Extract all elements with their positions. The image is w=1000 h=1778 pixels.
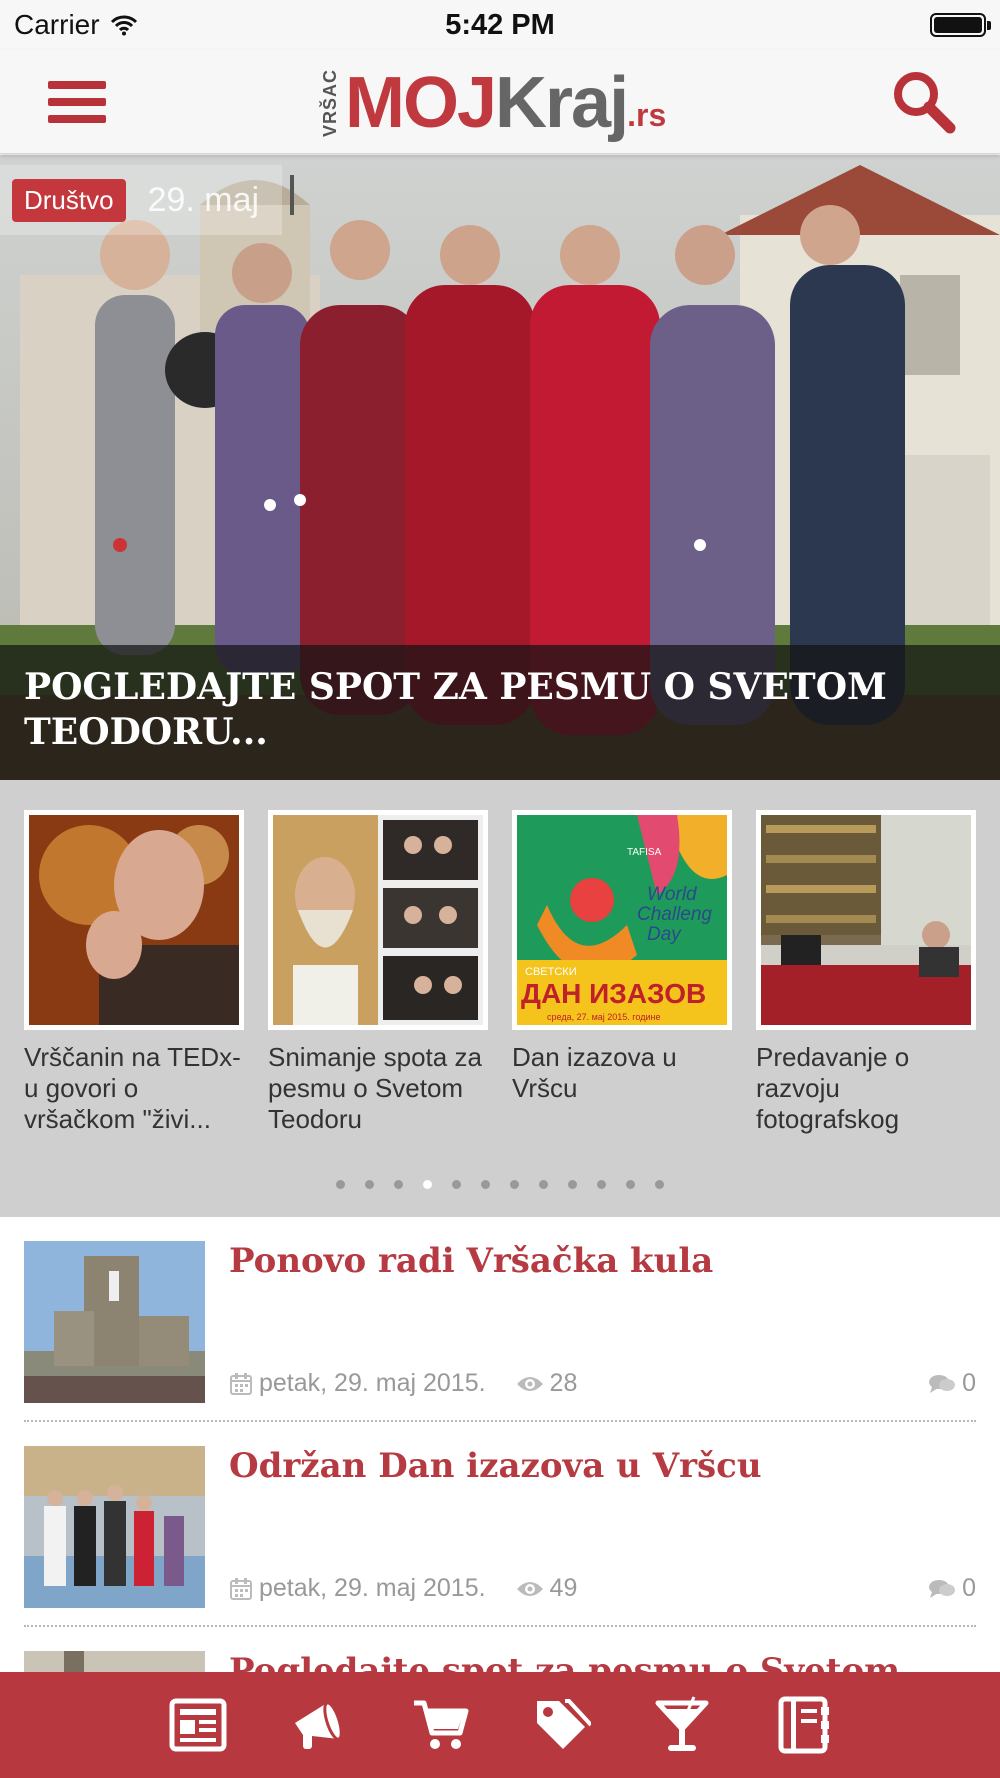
- pagination-dot[interactable]: [539, 1180, 548, 1189]
- card-image: [756, 810, 976, 1030]
- pagination-dot[interactable]: [394, 1180, 403, 1189]
- pagination-dot[interactable]: [481, 1180, 490, 1189]
- card-title: Vrščanin na TEDx-u govori o vršačkom "ži…: [24, 1042, 241, 1134]
- tab-news[interactable]: [168, 1695, 228, 1755]
- carousel-card[interactable]: Snimanje spota za pesmu o Svetom Teodoru: [268, 810, 488, 1135]
- news-views: 49: [549, 1574, 578, 1602]
- category-badge[interactable]: Društvo: [12, 178, 126, 222]
- hero-date: 29. maj: [147, 180, 260, 219]
- pagination-dot[interactable]: [626, 1180, 635, 1189]
- logo-brand-second: Kraj: [495, 63, 629, 143]
- tab-nightlife[interactable]: [652, 1695, 712, 1755]
- image-text-banner: СВЕТСКИ: [525, 966, 577, 978]
- featured-article[interactable]: Društvo 29. maj POGLEDAJTE SPOT ZA PESMU…: [0, 155, 1000, 780]
- news-carousel[interactable]: Vrščanin na TEDx-u govori o vršačkom "ži…: [0, 780, 1000, 1217]
- pagination-dot[interactable]: [365, 1180, 374, 1189]
- image-text-sub: среда, 27. мај 2015. године: [547, 1012, 660, 1022]
- search-button[interactable]: [888, 66, 960, 138]
- news-icon: [169, 1698, 226, 1752]
- cocktail-icon: [655, 1696, 708, 1751]
- card-image: [268, 810, 488, 1030]
- image-text-line3: Day: [647, 924, 682, 945]
- tab-shopping[interactable]: [410, 1695, 470, 1755]
- eye-icon: [516, 1581, 543, 1596]
- status-time: 5:42 PM: [445, 8, 555, 41]
- news-comments: 0: [962, 1574, 976, 1602]
- pagination-dot[interactable]: [568, 1180, 577, 1189]
- comments-icon: [929, 1374, 956, 1393]
- search-icon: [894, 72, 956, 134]
- image-text-line2: Challeng: [637, 904, 712, 925]
- tab-announcements[interactable]: [289, 1695, 349, 1755]
- news-thumbnail: [24, 1241, 205, 1403]
- image-text-org: TAFISA: [627, 847, 662, 858]
- tab-bar: [0, 1672, 1000, 1778]
- news-meta: petak, 29. maj 2015. 28 0: [229, 1369, 976, 1398]
- news-date: petak, 29. maj 2015.: [259, 1574, 486, 1602]
- card-image: [24, 810, 244, 1030]
- pagination-dot[interactable]: [452, 1180, 461, 1189]
- directory-icon: [778, 1696, 829, 1754]
- image-text-banner-big: ДАН ИЗАЗОВ: [521, 978, 706, 1009]
- card-title: Dan izazova u Vršcu: [512, 1042, 677, 1103]
- news-title[interactable]: Ponovo radi Vršačka kula: [229, 1241, 713, 1281]
- logo-brand-main: MOJ: [345, 63, 497, 143]
- carousel-card[interactable]: Predavanje o razvoju fotografskog: [756, 810, 976, 1135]
- megaphone-icon: [294, 1701, 343, 1749]
- logo-tld: .rs: [627, 97, 667, 133]
- app-logo[interactable]: VRŠAC MOJ Kraj .rs: [320, 58, 690, 148]
- card-title: Snimanje spota za pesmu o Svetom Teodoru: [268, 1042, 482, 1134]
- nav-bar: VRŠAC MOJ Kraj .rs: [0, 50, 1000, 154]
- carrier-label: Carrier: [14, 9, 100, 40]
- news-thumbnail: [24, 1446, 205, 1608]
- news-date: petak, 29. maj 2015.: [259, 1369, 486, 1397]
- carousel-card[interactable]: TAFISA World Challeng Day СВЕТСКИ ДАН ИЗ…: [512, 810, 732, 1135]
- wifi-icon: [110, 15, 137, 36]
- logo-city: VRŠAC: [320, 68, 340, 137]
- tab-directory[interactable]: [773, 1695, 833, 1755]
- menu-button[interactable]: [40, 72, 114, 132]
- cart-icon: [413, 1700, 468, 1749]
- menu-icon: [48, 81, 106, 89]
- battery-icon: [930, 13, 991, 37]
- eye-icon: [516, 1376, 543, 1391]
- news-list-item[interactable]: Održan Dan izazova u Vršcu petak, 29. ma…: [24, 1422, 976, 1627]
- calendar-icon: [230, 1577, 252, 1600]
- pagination-dot[interactable]: [655, 1180, 664, 1189]
- tab-deals[interactable]: [531, 1695, 591, 1755]
- card-image: TAFISA World Challeng Day СВЕТСКИ ДАН ИЗ…: [512, 810, 732, 1030]
- news-views: 28: [549, 1369, 578, 1397]
- status-left: Carrier: [14, 9, 138, 41]
- tags-icon: [536, 1699, 591, 1749]
- calendar-icon: [230, 1372, 252, 1395]
- pagination-dot[interactable]: [510, 1180, 519, 1189]
- card-title: Predavanje o razvoju fotografskog: [756, 1042, 910, 1134]
- hero-tag: Društvo 29. maj: [0, 165, 282, 235]
- pagination-dot[interactable]: [336, 1180, 345, 1189]
- status-bar: Carrier 5:42 PM: [0, 0, 1000, 50]
- hero-title[interactable]: POGLEDAJTE SPOT ZA PESMU O SVETOM TEODOR…: [0, 645, 1000, 780]
- pagination-dots[interactable]: [0, 1180, 1000, 1189]
- carousel-card[interactable]: Vrščanin na TEDx-u govori o vršačkom "ži…: [24, 810, 244, 1135]
- pagination-dot[interactable]: [423, 1180, 432, 1189]
- image-text-line1: World: [647, 884, 698, 905]
- comments-icon: [929, 1579, 956, 1598]
- news-list-item[interactable]: Ponovo radi Vršačka kula petak, 29. maj …: [24, 1217, 976, 1422]
- news-comments: 0: [962, 1369, 976, 1397]
- news-title[interactable]: Održan Dan izazova u Vršcu: [229, 1446, 762, 1486]
- news-meta: petak, 29. maj 2015. 49 0: [229, 1574, 976, 1603]
- pagination-dot[interactable]: [597, 1180, 606, 1189]
